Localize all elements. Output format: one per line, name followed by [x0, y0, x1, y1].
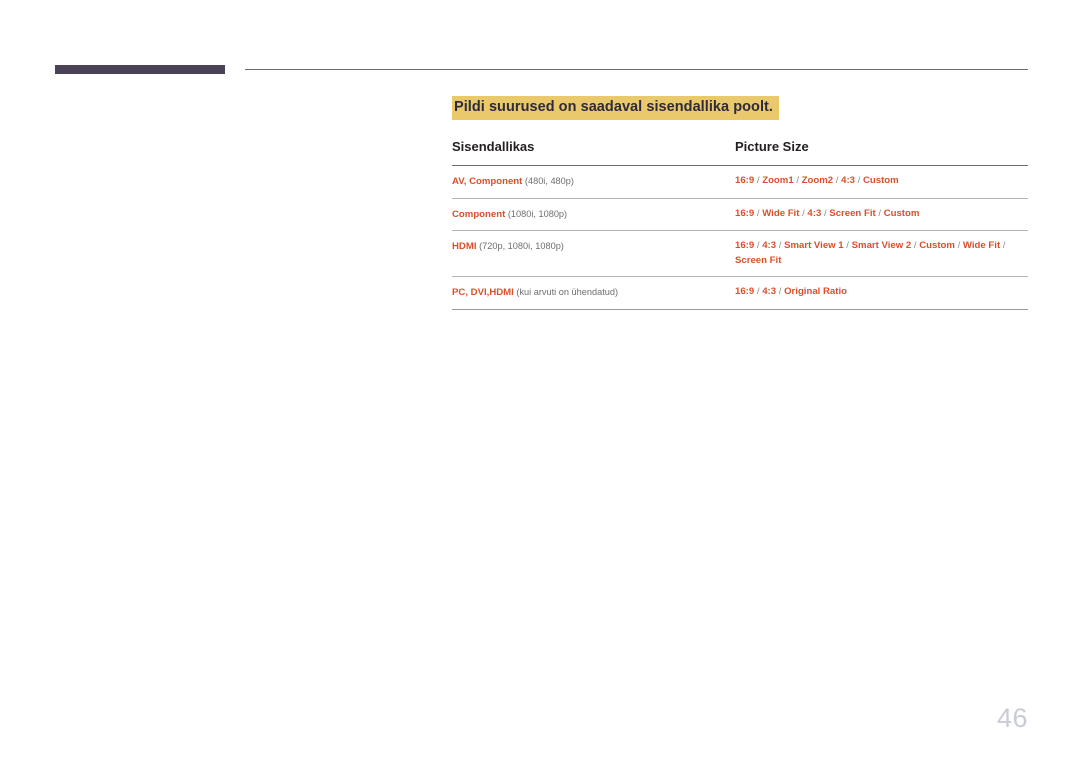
picture-size-option: 16:9	[735, 240, 755, 251]
table-body: AV, Component (480i, 480p) 16:9 / Zoom1 /…	[452, 165, 1028, 310]
option-separator: /	[754, 286, 763, 297]
input-source-note: (1080i, 1080p)	[505, 208, 568, 219]
cell-picture-size: 16:9 / Zoom1 / Zoom2 / 4:3 / Custom	[735, 165, 1028, 199]
picture-size-option: Wide Fit	[962, 240, 1001, 251]
table-row: Component (1080i, 1080p) 16:9 / Wide Fit …	[452, 198, 1028, 231]
cell-input-source: PC, DVI,HDMI (kui arvuti on ühendatud)	[452, 276, 735, 310]
picture-size-option: Smart View 1	[784, 240, 844, 251]
option-separator: /	[875, 207, 884, 219]
picture-size-option: Custom	[883, 207, 920, 219]
header-horizontal-rule	[245, 69, 1028, 70]
option-separator: /	[833, 175, 842, 186]
picture-size-option: Original Ratio	[784, 286, 847, 297]
cell-input-source: AV, Component (480i, 480p)	[452, 165, 735, 199]
option-separator: /	[754, 175, 763, 186]
picture-size-option: 4:3	[762, 286, 777, 297]
option-separator: /	[754, 240, 763, 251]
section-title: Pildi suurused on saadaval sisendallika …	[452, 96, 779, 120]
option-separator: /	[1000, 240, 1006, 251]
option-separator: /	[776, 286, 785, 297]
picture-size-option: Screen Fit	[735, 254, 782, 266]
table-row: PC, DVI,HDMI (kui arvuti on ühendatud) 16…	[452, 276, 1028, 310]
picture-size-option: 4:3	[841, 175, 855, 186]
picture-size-option: 16:9	[735, 175, 755, 186]
page-content: Pildi suurused on saadaval sisendallika …	[452, 96, 1028, 310]
picture-size-option: 4:3	[807, 207, 822, 219]
picture-size-option: 16:9	[735, 207, 755, 219]
picture-size-option: Zoom1	[762, 175, 794, 186]
table-header: Sisendallikas Picture Size	[452, 139, 1028, 166]
option-separator: /	[854, 175, 863, 186]
input-source-name: Component	[452, 208, 506, 220]
table-row: HDMI (720p, 1080i, 1080p) 16:9 / 4:3 / Sm…	[452, 230, 1028, 277]
picture-size-option: Zoom2	[801, 175, 834, 186]
picture-size-option: Screen Fit	[829, 207, 876, 219]
section-title-container: Pildi suurused on saadaval sisendallika …	[452, 96, 1028, 120]
header-accent-bar	[55, 65, 225, 74]
table-row: AV, Component (480i, 480p) 16:9 / Zoom1 /…	[452, 165, 1028, 199]
input-source-name: PC, DVI,HDMI	[452, 287, 514, 298]
column-header-picture-size: Picture Size	[735, 139, 1028, 166]
page-header	[0, 0, 1080, 95]
picture-size-option: 4:3	[762, 240, 777, 251]
cell-input-source: HDMI (720p, 1080i, 1080p)	[452, 230, 735, 277]
input-source-name: AV, Component	[452, 176, 523, 187]
cell-picture-size: 16:9 / Wide Fit / 4:3 / Screen Fit / Cus…	[735, 198, 1028, 231]
column-header-input-source: Sisendallikas	[452, 139, 735, 166]
picture-size-option: 16:9	[735, 286, 755, 297]
picture-size-option: Smart View 2	[851, 240, 912, 251]
cell-picture-size: 16:9 / 4:3 / Smart View 1 / Smart View 2…	[735, 230, 1028, 277]
option-separator: /	[843, 240, 852, 251]
picture-size-table: Sisendallikas Picture Size AV, Component…	[452, 139, 1028, 310]
cell-input-source: Component (1080i, 1080p)	[452, 198, 735, 231]
option-separator: /	[776, 240, 785, 251]
table-header-row: Sisendallikas Picture Size	[452, 139, 1028, 166]
option-separator: /	[754, 207, 763, 219]
picture-size-option: Custom	[919, 240, 955, 251]
page-number: 46	[996, 703, 1028, 733]
picture-size-option: Wide Fit	[762, 207, 800, 219]
option-separator: /	[954, 240, 963, 251]
input-source-note: (kui arvuti on ühendatud)	[513, 287, 619, 297]
input-source-name: HDMI	[452, 241, 477, 252]
option-separator: /	[911, 240, 920, 251]
input-source-note: (720p, 1080i, 1080p)	[476, 241, 564, 251]
input-source-note: (480i, 480p)	[522, 176, 574, 186]
option-separator: /	[793, 175, 802, 186]
cell-picture-size: 16:9 / 4:3 / Original Ratio	[735, 276, 1028, 310]
picture-size-option: Custom	[862, 175, 899, 186]
